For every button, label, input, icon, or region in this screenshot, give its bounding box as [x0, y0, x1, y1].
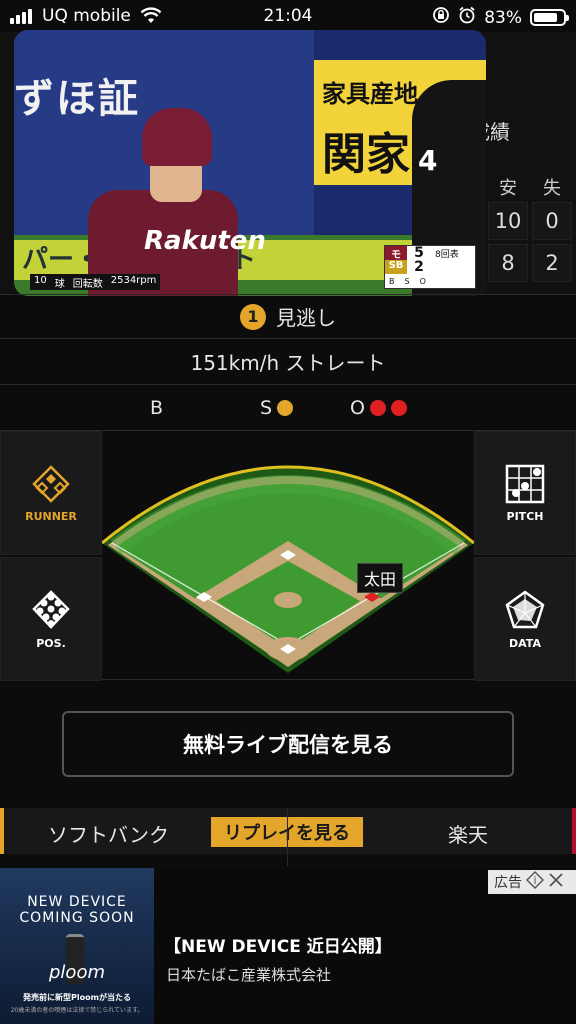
- stats-cell: 10: [488, 202, 528, 240]
- stats-header-runs: 失: [543, 178, 561, 199]
- alarm-icon: [458, 6, 476, 29]
- info-icon[interactable]: i: [526, 871, 544, 893]
- pitch-button[interactable]: PITCH: [474, 431, 576, 555]
- stats-header-hits: 安: [499, 178, 517, 199]
- out-dot: [369, 400, 386, 416]
- position-button[interactable]: POS.: [0, 557, 102, 681]
- strike-dot: [277, 400, 294, 416]
- pitch-grid-icon: [505, 464, 545, 503]
- pitch-number-badge: 1: [240, 303, 266, 330]
- divider: [287, 808, 288, 866]
- runner-button[interactable]: RUNNER: [0, 431, 102, 555]
- orientation-lock-icon: [432, 6, 450, 29]
- team-color-right: [572, 808, 576, 854]
- field-panel: RUNNER POS. PITCH DATA 太田: [0, 430, 576, 681]
- stats-cell: 2: [532, 244, 572, 282]
- jersey-logo: Rakuten: [144, 226, 266, 256]
- field-diagram: [102, 465, 474, 673]
- battery-icon: [530, 9, 569, 26]
- battery-percent: 83%: [484, 7, 522, 28]
- pitch-speed-row: 151km/h ストレート: [0, 338, 576, 384]
- ball-count: B: [150, 397, 164, 419]
- team-left-label[interactable]: ソフトバンク: [48, 819, 169, 848]
- ad-image[interactable]: NEW DEVICE COMING SOON ploom 発売前に新型Ploom…: [0, 868, 154, 1024]
- radar-chart-icon: [505, 589, 545, 628]
- position-icon: [32, 589, 70, 629]
- video-player[interactable]: ずほ証 家具産地 関家 パー・競輪・オート Rakuten 4 10球回転数25…: [14, 30, 486, 296]
- svg-text:i: i: [533, 874, 536, 887]
- team-bar: ソフトバンク リプレイを見る 楽天: [0, 808, 576, 854]
- close-icon[interactable]: [548, 872, 564, 892]
- pitch-info-overlay: 10 球回転数 2534rpm: [30, 274, 161, 290]
- stats-cell: 8: [488, 244, 528, 282]
- ad-choices[interactable]: 広告 i: [488, 870, 576, 894]
- pitch-result-row: 1 見逃し: [0, 294, 576, 338]
- video-batter: [84, 70, 238, 296]
- status-bar: UQ mobile 21:04 83%: [0, 0, 576, 32]
- pitch-speed-type: 151km/h ストレート: [190, 351, 386, 375]
- live-stream-button[interactable]: 無料ライブ配信を見る: [62, 711, 514, 777]
- ad-title[interactable]: 【NEW DEVICE 近日公開】: [164, 932, 392, 957]
- ad-sponsor: 日本たばこ産業株式会社: [166, 966, 332, 984]
- tv-scorebug: モ 5 8回表 SB 2 BSO: [384, 245, 476, 289]
- ad-banner[interactable]: NEW DEVICE COMING SOON ploom 発売前に新型Ploom…: [0, 868, 576, 1024]
- team-right-label[interactable]: 楽天: [448, 819, 488, 848]
- stats-cell: 0: [532, 202, 572, 240]
- runner-icon: [32, 464, 70, 503]
- runner-name-tag: 太田: [357, 563, 404, 593]
- out-count: O: [350, 397, 407, 419]
- umpire-number: 4: [418, 144, 438, 177]
- data-button[interactable]: DATA: [474, 557, 576, 681]
- team-color-left: [0, 808, 4, 854]
- out-dot: [390, 400, 407, 416]
- strike-count: S: [260, 397, 294, 419]
- count-row: B S O: [0, 384, 576, 430]
- pitch-result: 見逃し: [276, 306, 336, 330]
